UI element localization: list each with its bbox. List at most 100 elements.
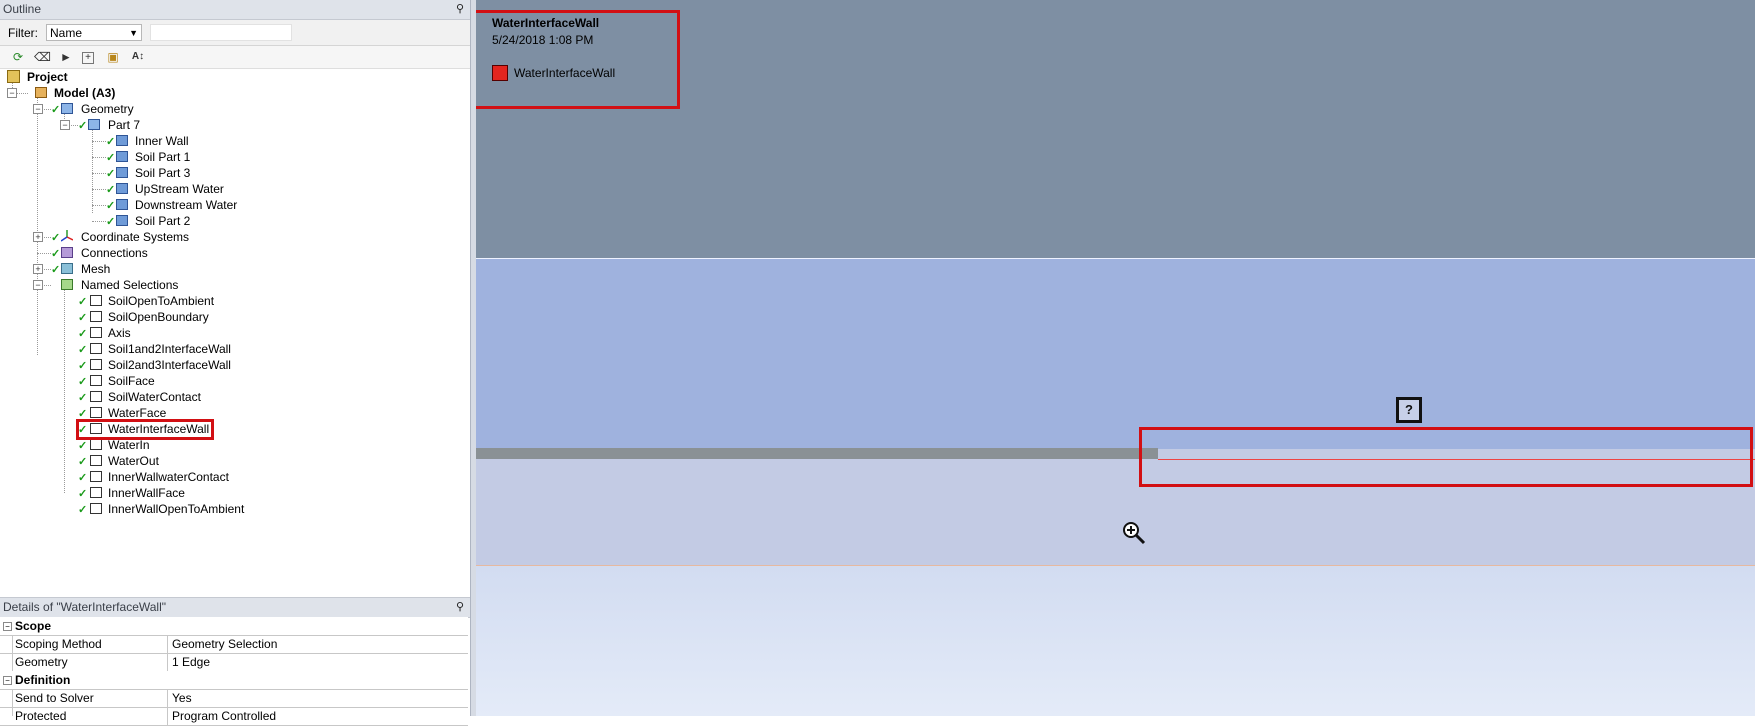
eraser-icon[interactable]: ⌫ — [34, 49, 51, 65]
check-icon: ✓ — [106, 136, 116, 148]
tree-node-body[interactable]: ✓ Inner Wall — [0, 133, 260, 149]
pin-icon[interactable]: ⚲ — [456, 598, 464, 617]
tree-node-body[interactable]: ✓ Soil Part 2 — [0, 213, 260, 229]
tree-filter-icon[interactable]: ► — [58, 49, 74, 65]
details-row[interactable]: Geometry 1 Edge — [0, 653, 468, 672]
check-icon: ✓ — [78, 504, 88, 516]
body-icon — [116, 215, 128, 226]
tree-node-label: Model (A3) — [54, 86, 116, 100]
tree-node-selection[interactable]: ✓ SoilOpenBoundary — [0, 309, 260, 325]
tree-node-mesh[interactable]: + ✓ Mesh — [0, 261, 260, 277]
model-icon — [35, 87, 47, 98]
outline-header: Outline ⚲ — [0, 0, 470, 20]
coordinate-system-icon — [61, 230, 73, 242]
details-key: Scoping Method — [15, 635, 168, 653]
filter-type-value: Name — [50, 26, 83, 40]
tree-node-named-selections[interactable]: − Named Selections — [0, 277, 260, 293]
folder-icon[interactable]: ▣ — [105, 49, 121, 65]
legend-highlight-box — [476, 10, 680, 109]
tree-node-selection[interactable]: ✓ SoilOpenToAmbient — [0, 293, 260, 309]
collapse-icon[interactable]: − — [33, 280, 43, 290]
details-value[interactable]: Program Controlled — [172, 707, 276, 725]
collapse-icon[interactable]: − — [33, 104, 43, 114]
details-key: Send to Solver — [15, 689, 168, 707]
tree-node-body[interactable]: ✓ Soil Part 1 — [0, 149, 260, 165]
details-row[interactable]: Protected Program Controlled — [0, 707, 468, 726]
collapse-icon[interactable]: − — [7, 88, 17, 98]
details-row[interactable]: Scoping Method Geometry Selection — [0, 635, 468, 654]
body-icon — [116, 183, 128, 194]
details-row[interactable]: Send to Solver Yes — [0, 689, 468, 708]
details-section-scope[interactable]: − Scope — [0, 617, 468, 636]
expand-icon[interactable]: + — [33, 232, 43, 242]
refresh-icon[interactable]: ⟳ — [10, 49, 26, 65]
expand-all-icon[interactable]: + — [82, 52, 94, 64]
graphics-viewport[interactable]: WaterInterfaceWall 5/24/2018 1:08 PM Wat… — [476, 0, 1755, 716]
tree-node-connections[interactable]: ✓ Connections — [0, 245, 260, 261]
tree-node-label: Soil Part 3 — [135, 166, 191, 180]
check-icon: ✓ — [106, 184, 116, 196]
tree-node-label: Geometry — [81, 102, 134, 116]
selection-icon — [90, 327, 102, 338]
filter-label: Filter: — [8, 26, 38, 40]
check-icon: ✓ — [78, 440, 88, 452]
tree-node-body[interactable]: ✓ UpStream Water — [0, 181, 260, 197]
details-value[interactable]: Geometry Selection — [172, 635, 277, 653]
tree-node-coordinate-systems[interactable]: + ✓ Coordinate Systems — [0, 229, 260, 245]
selection-icon — [90, 455, 102, 466]
tree-node-body[interactable]: ✓ Soil Part 3 — [0, 165, 260, 181]
tree-node-selection[interactable]: ✓ Soil1and2InterfaceWall — [0, 341, 260, 357]
tree-node-label: Connections — [81, 246, 148, 260]
selection-icon — [90, 391, 102, 402]
check-icon: ✓ — [106, 152, 116, 164]
filter-search-input[interactable] — [150, 24, 292, 41]
tree-node-selection[interactable]: ✓ Soil2and3InterfaceWall — [0, 357, 260, 373]
body-icon — [116, 199, 128, 210]
tree-node-label: Inner Wall — [135, 134, 189, 148]
tree-node-selection[interactable]: ✓ SoilFace — [0, 373, 260, 389]
selection-icon — [90, 487, 102, 498]
tree-node-project[interactable]: Project — [0, 69, 200, 85]
collapse-icon[interactable]: − — [60, 120, 70, 130]
selection-icon — [90, 439, 102, 450]
details-header: Details of "WaterInterfaceWall" ⚲ — [0, 597, 470, 618]
tree-node-label: SoilWaterContact — [108, 390, 201, 404]
check-icon: ✓ — [78, 360, 88, 372]
tree-node-label: Soil2and3InterfaceWall — [108, 358, 231, 372]
project-icon — [7, 70, 20, 83]
tree-node-geometry[interactable]: − ✓ Geometry — [0, 101, 200, 117]
details-section-definition[interactable]: − Definition — [0, 671, 468, 690]
help-icon[interactable]: ? — [1396, 397, 1422, 423]
tree-node-selection[interactable]: ✓ WaterOut — [0, 453, 260, 469]
tree-node-label: SoilOpenToAmbient — [108, 294, 215, 308]
tree-node-model[interactable]: − Model (A3) — [0, 85, 200, 101]
tree-node-label: Axis — [108, 326, 131, 340]
tree-node-part[interactable]: − ✓ Part 7 — [0, 117, 200, 133]
tree-node-selection[interactable]: ✓ SoilWaterContact — [0, 389, 260, 405]
tree-node-selection[interactable]: ✓ InnerWallOpenToAmbient — [0, 501, 260, 517]
check-icon: ✓ — [51, 232, 61, 244]
pin-icon[interactable]: ⚲ — [456, 0, 464, 19]
details-value[interactable]: 1 Edge — [172, 653, 210, 671]
tree-node-body[interactable]: ✓ Downstream Water — [0, 197, 260, 213]
outline-toolbar: ⟳ ⌫ ► + ▣ A↕ — [0, 46, 470, 69]
tree-node-selection[interactable]: ✓ InnerWallwaterContact — [0, 469, 260, 485]
expand-icon[interactable]: + — [33, 264, 43, 274]
tree-node-label: UpStream Water — [135, 182, 224, 196]
details-title: Details of "WaterInterfaceWall" — [3, 600, 167, 614]
tree-node-selection[interactable]: ✓ InnerWallFace — [0, 485, 260, 501]
tree-node-label: InnerWallFace — [108, 486, 185, 500]
selection-icon — [90, 407, 102, 418]
check-icon: ✓ — [51, 264, 61, 276]
outline-tree: Project − Model (A3) − ✓ Geometry − ✓ Pa… — [0, 69, 470, 589]
tree-node-selection[interactable]: ✓ Axis — [0, 325, 260, 341]
details-value[interactable]: Yes — [172, 689, 192, 707]
collapse-icon[interactable]: − — [3, 676, 12, 685]
connections-icon — [61, 247, 73, 258]
sort-az-icon[interactable]: A↕ — [130, 49, 146, 65]
check-icon: ✓ — [78, 312, 88, 324]
selection-icon — [90, 471, 102, 482]
geometry-body-strip[interactable] — [476, 448, 1158, 459]
collapse-icon[interactable]: − — [3, 622, 12, 631]
filter-type-select[interactable]: Name ▼ — [46, 24, 142, 41]
